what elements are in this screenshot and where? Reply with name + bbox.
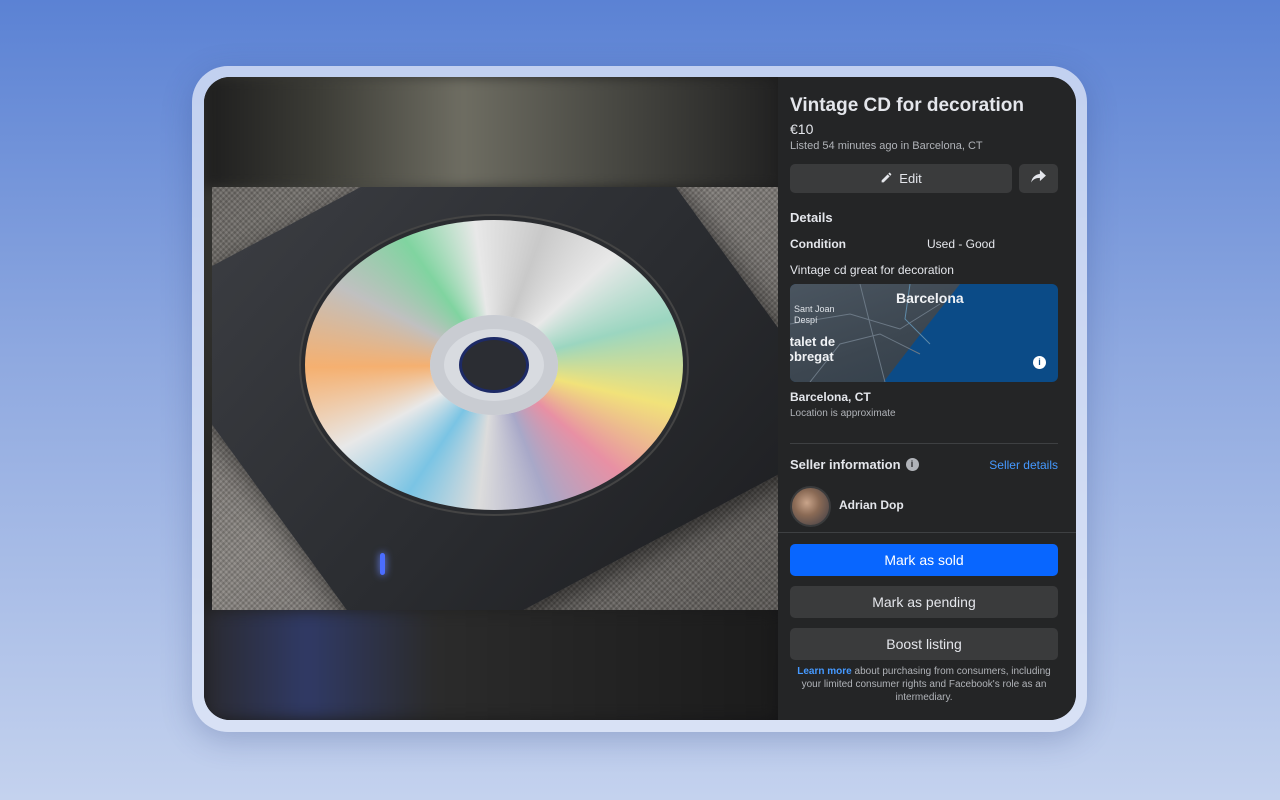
seller-name[interactable]: Adrian Dop <box>839 498 904 512</box>
listing-photo[interactable] <box>212 187 778 610</box>
listing-details-panel: Vintage CD for decoration €10 Listed 54 … <box>778 77 1076 720</box>
device-screen: Vintage CD for decoration €10 Listed 54 … <box>204 77 1076 720</box>
location-name: Barcelona, CT <box>790 390 871 404</box>
listing-timestamp: Listed 54 minutes ago in Barcelona, CT <box>790 140 983 152</box>
divider <box>778 532 1076 533</box>
edit-button[interactable]: Edit <box>790 164 1012 193</box>
info-icon[interactable]: i <box>905 458 919 471</box>
listing-title: Vintage CD for decoration <box>790 95 1025 116</box>
seller-heading-label: Seller information <box>790 457 901 472</box>
cd-disc-image <box>305 220 683 510</box>
photo-blur-bottom <box>204 610 778 720</box>
edit-label: Edit <box>899 171 922 186</box>
boost-listing-button[interactable]: Boost listing <box>790 628 1058 660</box>
consumer-rights-notice: Learn more about purchasing from consume… <box>790 665 1058 704</box>
mark-as-sold-button[interactable]: Mark as sold <box>790 544 1058 576</box>
drive-led <box>380 553 385 575</box>
condition-value: Used - Good <box>927 237 996 251</box>
divider <box>790 443 1058 444</box>
location-note: Location is approximate <box>790 408 896 419</box>
listing-price: €10 <box>790 121 814 137</box>
cd-disc-hub <box>462 340 526 390</box>
share-arrow-icon <box>1031 169 1046 188</box>
photo-blur-top <box>204 77 778 187</box>
location-map[interactable]: Barcelona Sant Joan Despí italet de obre… <box>790 284 1058 382</box>
mark-as-pending-button[interactable]: Mark as pending <box>790 586 1058 618</box>
pencil-icon <box>880 171 893 187</box>
avatar[interactable] <box>790 486 831 527</box>
learn-more-link[interactable]: Learn more <box>797 666 851 677</box>
map-district-label: Sant Joan Despí <box>794 304 835 325</box>
details-heading: Details <box>790 210 833 225</box>
photo-viewer <box>204 77 778 720</box>
share-button[interactable] <box>1019 164 1058 193</box>
cd-disc-label <box>430 315 558 415</box>
map-info-icon[interactable]: i <box>1033 356 1046 369</box>
seller-heading: Seller information i <box>790 457 919 472</box>
map-district-label: italet de obregat <box>790 334 836 364</box>
listing-description: Vintage cd great for decoration <box>790 263 954 277</box>
condition-label: Condition <box>790 237 846 251</box>
map-city-label: Barcelona <box>896 290 964 306</box>
seller-details-link[interactable]: Seller details <box>989 458 1058 472</box>
